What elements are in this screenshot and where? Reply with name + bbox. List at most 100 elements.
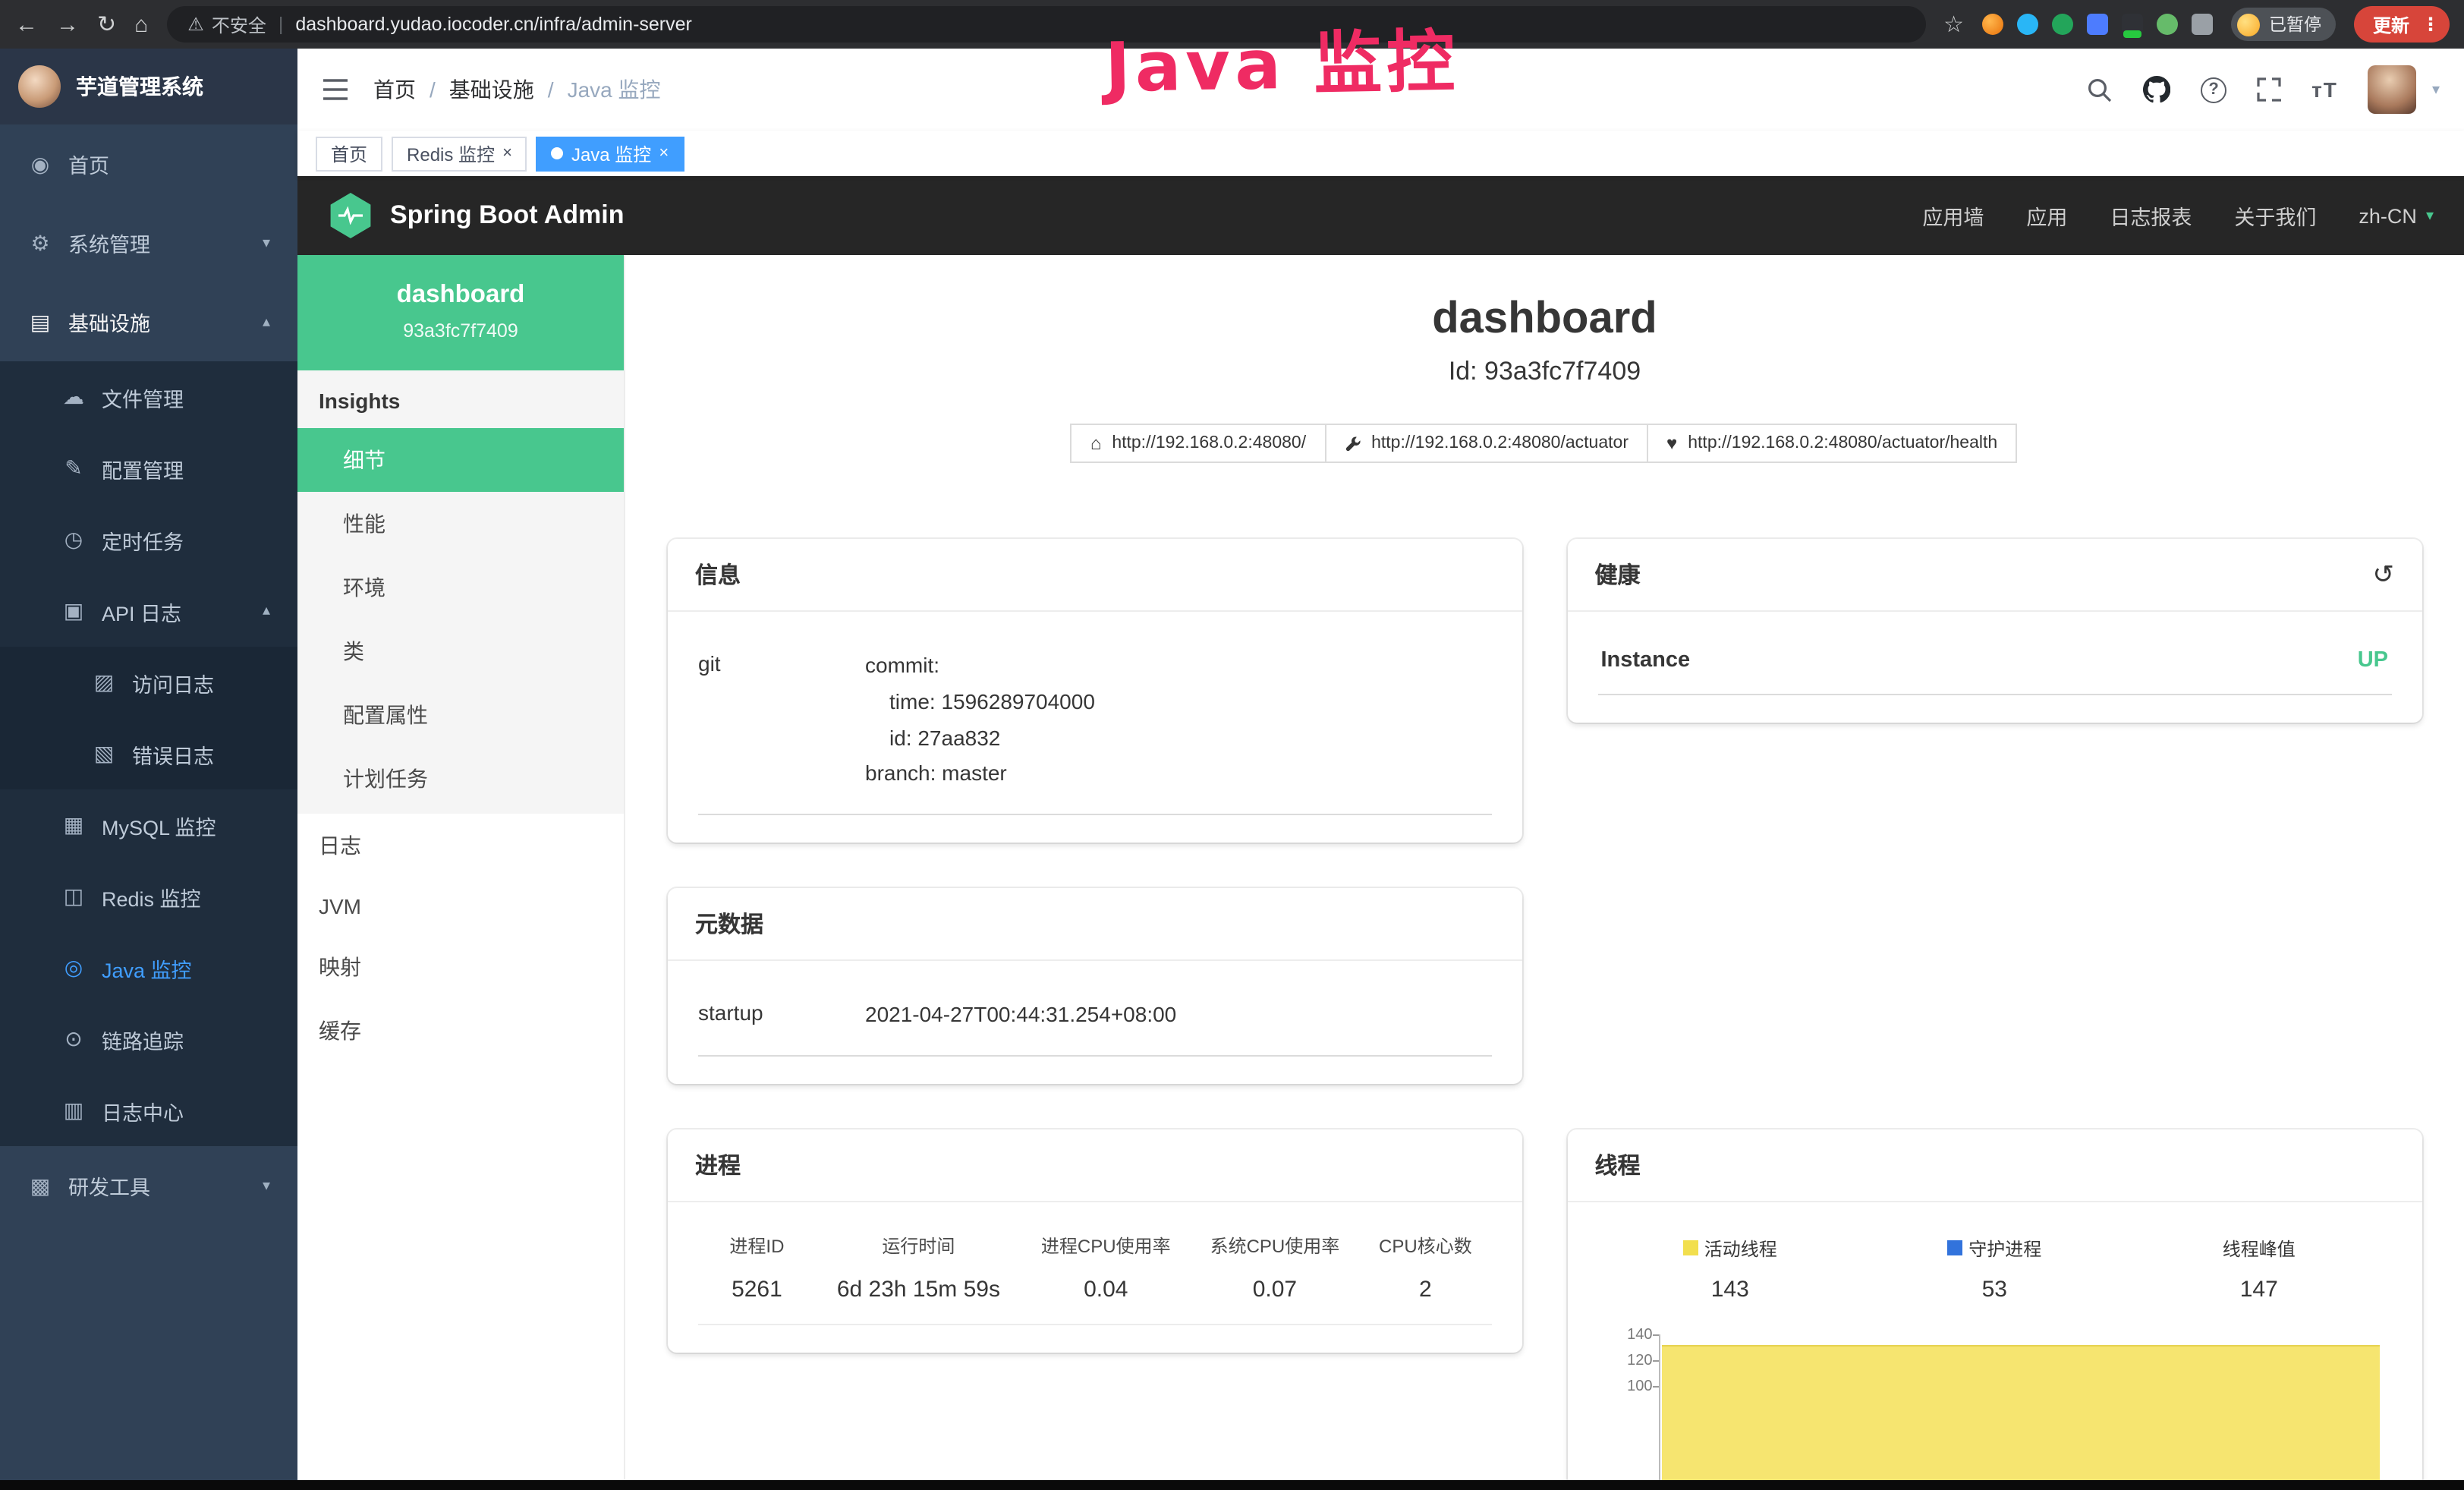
card-header: 进程 [668, 1129, 1522, 1202]
sidebar-item-java-monitor[interactable]: ◎ Java 监控 [0, 932, 297, 1003]
hamburger-icon[interactable] [322, 79, 349, 100]
sidebar-item-devtools[interactable]: ▩ 研发工具 ▾ [0, 1146, 297, 1225]
breadcrumb-home[interactable]: 首页 [373, 74, 416, 105]
instance-header[interactable]: dashboard 93a3fc7f7409 [297, 255, 624, 370]
java-monitor-icon: ◎ [61, 955, 87, 981]
help-icon[interactable]: ? [2201, 77, 2226, 102]
tag-close-icon[interactable]: × [659, 144, 669, 162]
avatar-caret-icon[interactable]: ▾ [2432, 81, 2440, 98]
info-row-git: git commit: time: 1596289704000 id: 27aa… [698, 636, 1492, 815]
app-logo[interactable]: 芋道管理系统 [0, 49, 297, 124]
extension-icon[interactable] [2157, 14, 2178, 35]
browser-menu-icon[interactable]: ⋮ [2422, 14, 2440, 35]
sba-brand[interactable]: Spring Boot Admin [328, 193, 625, 238]
search-icon[interactable] [2087, 77, 2113, 102]
side-item-config-props[interactable]: 配置属性 [297, 683, 624, 747]
sidebar-item-api-logs[interactable]: ▣ API 日志 ▴ [0, 575, 297, 647]
sidebar-item-mysql[interactable]: ▦ MySQL 监控 [0, 789, 297, 861]
sba-navbar: Spring Boot Admin 应用墙 应用 日志报表 关于我们 zh-CN… [297, 176, 2464, 255]
sidebar-item-label: 定时任务 [102, 524, 184, 555]
instance-main: dashboard Id: 93a3fc7f7409 ⌂ http://192.… [625, 255, 2464, 1490]
side-item-logs[interactable]: 日志 [297, 814, 624, 877]
extensions-puzzle-icon[interactable] [2192, 14, 2213, 35]
reload-icon[interactable]: ↻ [97, 11, 116, 38]
screen: ← → ↻ ⌂ ⚠ 不安全 | dashboard.yudao.iocoder.… [0, 0, 2464, 1490]
font-size-icon[interactable]: тT [2311, 77, 2338, 102]
url-text: dashboard.yudao.iocoder.cn/infra/admin-s… [295, 14, 692, 35]
sidebar-item-redis[interactable]: ◫ Redis 监控 [0, 861, 297, 932]
column-header: 进程ID [698, 1233, 816, 1258]
sidebar-item-label: Java 监控 [102, 953, 192, 983]
sba-nav-about[interactable]: 关于我们 [2234, 200, 2316, 231]
sidebar-item-system[interactable]: ⚙ 系统管理 ▾ [0, 203, 297, 282]
sidebar-item-error-log[interactable]: ▧ 错误日志 [0, 718, 297, 789]
tag-close-icon[interactable]: × [502, 144, 512, 162]
side-item-details[interactable]: 细节 [297, 428, 624, 492]
process-id-value: 5261 [698, 1277, 816, 1303]
sba-logo-icon [328, 193, 373, 238]
sidebar-item-log-center[interactable]: ▥ 日志中心 [0, 1075, 297, 1146]
sidebar-item-jobs[interactable]: ◷ 定时任务 [0, 504, 297, 575]
side-item-metrics[interactable]: 性能 [297, 492, 624, 556]
status-badge: UP [2358, 648, 2388, 673]
sidebar-item-label: 链路追踪 [102, 1024, 184, 1054]
threads-legend: 活动线程 143 守护进程 53 [1598, 1227, 2392, 1303]
sidebar-item-files[interactable]: ☁ 文件管理 [0, 361, 297, 433]
side-item-mappings[interactable]: 映射 [297, 935, 624, 999]
tag-java-monitor[interactable]: Java 监控 × [537, 136, 684, 171]
side-item-scheduled-tasks[interactable]: 计划任务 [297, 747, 624, 811]
y-tick: 140 [1598, 1327, 1653, 1353]
wrench-icon [1344, 435, 1361, 452]
link-url: http://192.168.0.2:48080/actuator [1371, 434, 1629, 452]
side-item-classes[interactable]: 类 [297, 619, 624, 683]
history-icon[interactable]: ↺ [2373, 559, 2395, 590]
sba-nav-wallboard[interactable]: 应用墙 [1922, 200, 1984, 231]
forward-icon[interactable]: → [56, 11, 79, 37]
github-icon[interactable] [2143, 76, 2170, 103]
metadata-key: startup [698, 997, 865, 1034]
sidebar-item-label: 错误日志 [132, 739, 214, 769]
profile-paused-chip[interactable]: 已暂停 [2231, 8, 2337, 41]
warning-icon: ⚠ [187, 14, 204, 35]
sidebar-item-home[interactable]: ◉ 首页 [0, 124, 297, 203]
chart-plot-area [1659, 1334, 2392, 1490]
service-url-link[interactable]: ⌂ http://192.168.0.2:48080/ [1071, 424, 1326, 463]
breadcrumb-infra[interactable]: 基础设施 [449, 74, 534, 105]
card-header: 线程 [1568, 1129, 2422, 1202]
home-icon[interactable]: ⌂ [134, 11, 148, 37]
extension-icon[interactable] [2052, 14, 2073, 35]
sidebar-item-tracing[interactable]: ⊙ 链路追踪 [0, 1003, 297, 1075]
tag-label: Java 监控 [571, 140, 651, 166]
threads-card: 线程 活动线程 143 [1568, 1129, 2422, 1490]
extension-icon[interactable] [1982, 14, 2003, 35]
side-item-jvm[interactable]: JVM [297, 877, 624, 935]
chevron-down-icon: ▾ [2426, 207, 2434, 224]
sidebar-item-access-log[interactable]: ▨ 访问日志 [0, 647, 297, 718]
sba-language-select[interactable]: zh-CN ▾ [2359, 204, 2434, 227]
link-url: http://192.168.0.2:48080/ [1112, 434, 1306, 452]
side-item-environment[interactable]: 环境 [297, 556, 624, 619]
app-sidebar: 芋道管理系统 ◉ 首页 ⚙ 系统管理 ▾ ▤ 基础设施 ▴ ☁ 文件管理 [0, 49, 297, 1490]
back-icon[interactable]: ← [15, 11, 38, 37]
log-center-icon: ▥ [61, 1098, 87, 1123]
system-cpu-value: 0.07 [1191, 1277, 1360, 1303]
user-avatar[interactable] [2368, 65, 2417, 114]
sidebar-item-label: 文件管理 [102, 382, 184, 412]
fullscreen-icon[interactable] [2257, 77, 2281, 102]
address-bar[interactable]: ⚠ 不安全 | dashboard.yudao.iocoder.cn/infra… [166, 6, 1925, 43]
sba-nav-journal[interactable]: 日志报表 [2110, 200, 2192, 231]
sidebar-item-config[interactable]: ✎ 配置管理 [0, 433, 297, 504]
process-table: 进程ID 运行时间 进程CPU使用率 系统CPU使用率 CPU核心数 5261 … [698, 1227, 1492, 1325]
health-url-link[interactable]: ♥ http://192.168.0.2:48080/actuator/heal… [1647, 424, 2017, 463]
sidebar-item-infra[interactable]: ▤ 基础设施 ▴ [0, 282, 297, 361]
tag-redis[interactable]: Redis 监控 × [392, 136, 527, 171]
sba-nav-applications[interactable]: 应用 [2026, 200, 2067, 231]
tag-home[interactable]: 首页 [316, 136, 382, 171]
extension-icon[interactable] [2017, 14, 2038, 35]
extension-icon[interactable] [2087, 14, 2108, 35]
actuator-url-link[interactable]: http://192.168.0.2:48080/actuator [1324, 424, 1648, 463]
side-item-caches[interactable]: 缓存 [297, 999, 624, 1063]
extension-icon[interactable] [2122, 14, 2143, 35]
chrome-update-button[interactable]: 更新 ⋮ [2355, 6, 2449, 43]
bookmark-star-icon[interactable]: ☆ [1943, 11, 1964, 38]
